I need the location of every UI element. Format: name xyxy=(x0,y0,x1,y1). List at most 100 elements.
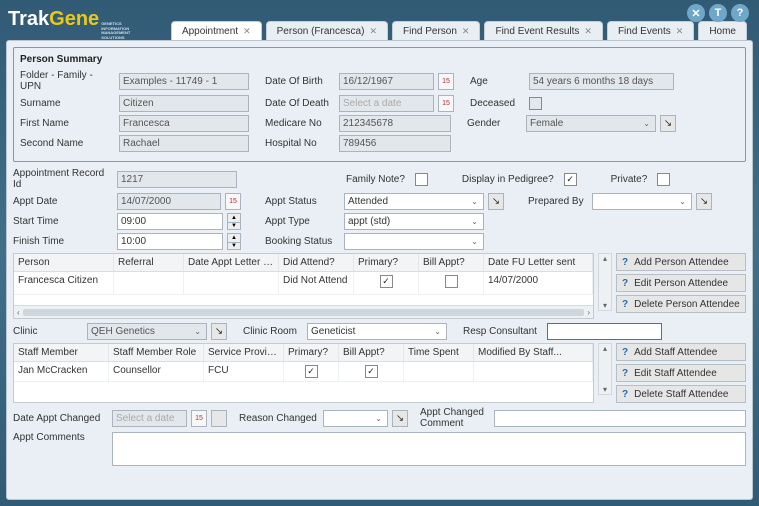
dod-calendar-icon[interactable]: 15 xyxy=(438,95,454,112)
column-header[interactable]: Modified By Staff... xyxy=(474,344,593,361)
add-person-attendee-button[interactable]: ?Add Person Attendee xyxy=(616,253,746,271)
bill-checkbox[interactable]: ✓ xyxy=(365,365,378,378)
age-label: Age xyxy=(470,76,525,87)
booking-status-select[interactable]: ⌄ xyxy=(344,233,484,250)
edit-staff-attendee-button[interactable]: ?Edit Staff Attendee xyxy=(616,364,746,382)
prepared-by-tool-button[interactable]: ↘ xyxy=(696,193,712,210)
prepared-by-select[interactable]: ⌄ xyxy=(592,193,692,210)
column-header[interactable]: Service Provider xyxy=(204,344,284,361)
delete-staff-attendee-button[interactable]: ?Delete Staff Attendee xyxy=(616,385,746,403)
dod-label: Date Of Death xyxy=(265,98,335,109)
date-appt-changed-calendar-icon[interactable]: 15 xyxy=(191,410,207,427)
column-header[interactable]: Referral xyxy=(114,254,184,271)
column-header[interactable]: Bill Appt? xyxy=(419,254,484,271)
gender-select[interactable]: Female⌄ xyxy=(526,115,656,132)
column-header[interactable]: Staff Member xyxy=(14,344,109,361)
reason-changed-tool-button[interactable]: ↘ xyxy=(392,410,408,427)
resp-consultant-label: Resp Consultant xyxy=(463,326,543,337)
spin-up-icon[interactable]: ▲ xyxy=(227,233,241,242)
finish-time-input[interactable]: 10:00 xyxy=(117,233,223,250)
help-icon[interactable]: ? xyxy=(731,4,749,22)
appt-date-calendar-icon[interactable]: 15 xyxy=(225,193,241,210)
close-icon[interactable]: ✕ xyxy=(584,26,592,37)
close-icon[interactable]: ✕ xyxy=(243,26,251,37)
table-row[interactable]: Francesca Citizen Did Not Attend ✓ 14/07… xyxy=(14,272,593,295)
person-attendee-grid[interactable]: PersonReferralDate Appt Letter s...Did A… xyxy=(13,253,594,319)
clinic-tool-button[interactable]: ↘ xyxy=(211,323,227,340)
cell-bill: ✓ xyxy=(339,362,404,381)
family-note-checkbox[interactable] xyxy=(415,173,428,186)
logo-tagline: GENETICS INFORMATION MANAGEMENT SOLUTION… xyxy=(101,22,130,40)
add-staff-attendee-button[interactable]: ?Add Staff Attendee xyxy=(616,343,746,361)
column-header[interactable]: Date Appt Letter s... xyxy=(184,254,279,271)
bill-checkbox[interactable] xyxy=(445,275,458,288)
column-header[interactable]: Primary? xyxy=(284,344,339,361)
column-header[interactable]: Staff Member Role xyxy=(109,344,204,361)
close-icon[interactable]: ✕ xyxy=(369,26,377,37)
spin-down-icon[interactable]: ▼ xyxy=(227,242,241,251)
cell-person: Francesca Citizen xyxy=(14,272,114,294)
appt-status-select[interactable]: Attended⌄ xyxy=(344,193,484,210)
delete-person-attendee-button[interactable]: ?Delete Person Attendee xyxy=(616,295,746,313)
clinic-label: Clinic xyxy=(13,326,83,337)
dob-calendar-icon[interactable]: 15 xyxy=(438,73,454,90)
logo-trak: Trak xyxy=(8,8,49,31)
reason-changed-select[interactable]: ⌄ xyxy=(323,410,388,427)
start-time-spinner[interactable]: ▲▼ xyxy=(227,213,241,230)
column-header[interactable]: Person xyxy=(14,254,114,271)
dod-value: Select a date xyxy=(339,95,434,112)
close-icon[interactable]: ✕ xyxy=(676,26,684,37)
surname-value: Citizen xyxy=(119,95,249,112)
tab-find-event-results[interactable]: Find Event Results✕ xyxy=(484,21,602,40)
close-app-icon[interactable]: ✕ xyxy=(687,4,705,22)
horizontal-scrollbar[interactable]: ‹› xyxy=(14,305,593,318)
cell-role: Counsellor xyxy=(109,362,204,381)
appt-type-select[interactable]: appt (std)⌄ xyxy=(344,213,484,230)
gender-tool-button[interactable]: ↘ xyxy=(660,115,676,132)
tab-label: Person (Francesca) xyxy=(277,26,365,37)
tab-bar: Appointment✕Person (Francesca)✕Find Pers… xyxy=(171,21,751,40)
cell-letter xyxy=(184,272,279,294)
content-pane: Person Summary Folder - Family - UPN Exa… xyxy=(6,40,753,500)
cell-time xyxy=(404,362,474,381)
staff-attendee-grid[interactable]: Staff MemberStaff Member RoleService Pro… xyxy=(13,343,594,403)
date-appt-changed-clear-button[interactable] xyxy=(211,410,227,427)
column-header[interactable]: Date FU Letter sent xyxy=(484,254,593,271)
start-time-input[interactable]: 09:00 xyxy=(117,213,223,230)
chevron-down-icon: ⌄ xyxy=(677,197,688,206)
column-header[interactable]: Bill Appt? xyxy=(339,344,404,361)
appt-comments-label: Appt Comments xyxy=(13,432,108,443)
hospital-value: 789456 xyxy=(339,135,451,152)
tab-person-francesca-[interactable]: Person (Francesca) ✕ xyxy=(266,21,388,40)
folder-value: Examples - 11749 - 1 xyxy=(119,73,249,90)
booking-status-label: Booking Status xyxy=(265,236,340,247)
tab-find-events[interactable]: Find Events✕ xyxy=(607,21,694,40)
vertical-scrollbar[interactable]: ▴▾ xyxy=(598,253,612,311)
column-header[interactable]: Time Spent xyxy=(404,344,474,361)
clinic-select[interactable]: QEH Genetics⌄ xyxy=(87,323,207,340)
table-row[interactable]: Jan McCracken Counsellor FCU ✓ ✓ xyxy=(14,362,593,382)
column-header[interactable]: Primary? xyxy=(354,254,419,271)
vertical-scrollbar[interactable]: ▴▾ xyxy=(598,343,612,395)
primary-checkbox[interactable]: ✓ xyxy=(380,275,393,288)
family-note-label: Family Note? xyxy=(346,174,405,185)
display-pedigree-checkbox[interactable]: ✓ xyxy=(564,173,577,186)
private-checkbox[interactable] xyxy=(657,173,670,186)
appt-changed-comment-input[interactable] xyxy=(494,410,746,427)
tab-find-person[interactable]: Find Person✕ xyxy=(392,21,480,40)
resp-consultant-input[interactable] xyxy=(547,323,662,340)
edit-person-attendee-button[interactable]: ?Edit Person Attendee xyxy=(616,274,746,292)
text-tool-icon[interactable]: T xyxy=(709,4,727,22)
chevron-down-icon: ⌄ xyxy=(469,197,480,206)
appt-record-id-value: 1217 xyxy=(117,171,237,188)
appt-status-tool-button[interactable]: ↘ xyxy=(488,193,504,210)
spin-down-icon[interactable]: ▼ xyxy=(227,222,241,231)
appt-comments-textarea[interactable] xyxy=(112,432,746,466)
tab-appointment[interactable]: Appointment✕ xyxy=(171,21,262,40)
finish-time-spinner[interactable]: ▲▼ xyxy=(227,233,241,250)
close-icon[interactable]: ✕ xyxy=(462,26,470,37)
clinic-room-select[interactable]: Geneticist⌄ xyxy=(307,323,447,340)
spin-up-icon[interactable]: ▲ xyxy=(227,213,241,222)
primary-checkbox[interactable]: ✓ xyxy=(305,365,318,378)
column-header[interactable]: Did Attend? xyxy=(279,254,354,271)
